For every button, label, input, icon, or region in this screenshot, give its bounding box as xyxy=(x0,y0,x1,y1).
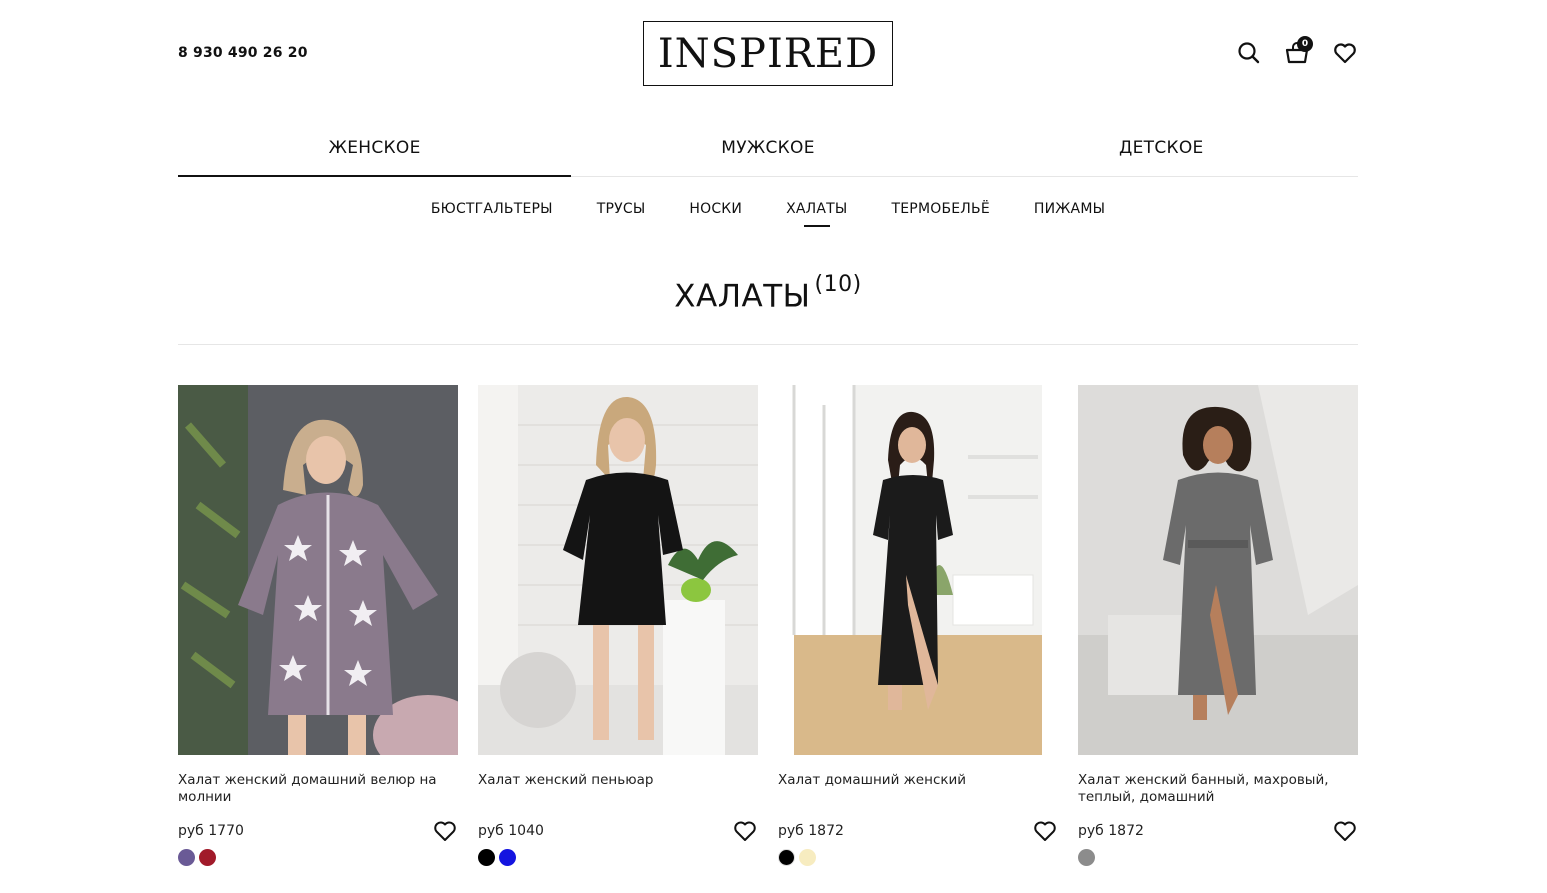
cart-icon[interactable]: 0 xyxy=(1284,36,1313,66)
cart-count-badge: 0 xyxy=(1297,36,1313,52)
product-title[interactable]: Халат женский банный, махровый, теплый, … xyxy=(1078,772,1358,806)
favorite-heart-icon[interactable] xyxy=(1333,820,1357,842)
favorites-icon[interactable] xyxy=(1332,40,1358,66)
color-swatch[interactable] xyxy=(499,849,516,866)
tab-men[interactable]: МУЖСКОЕ xyxy=(571,133,964,176)
product-title[interactable]: Халат женский домашний велюр на молнии xyxy=(178,772,458,806)
product-image[interactable] xyxy=(178,385,458,755)
color-swatch[interactable] xyxy=(799,849,816,866)
color-swatches xyxy=(178,849,458,866)
category-nav: БЮСТГАЛЬТЕРЫ ТРУСЫ НОСКИ ХАЛАТЫ ТЕРМОБЕЛ… xyxy=(178,201,1358,227)
category-robes[interactable]: ХАЛАТЫ xyxy=(786,201,847,227)
product-image[interactable] xyxy=(778,385,1058,755)
color-swatch[interactable] xyxy=(478,849,495,866)
page-title: ХАЛАТЫ (10) xyxy=(178,272,1358,315)
page-heading: ХАЛАТЫ (10) xyxy=(178,272,1358,315)
color-swatch[interactable] xyxy=(199,849,216,866)
product-grid: Халат женский домашний велюр на молнии р… xyxy=(178,385,1358,866)
product-price: руб 1872 xyxy=(1078,823,1144,839)
color-swatch[interactable] xyxy=(1078,849,1095,866)
product-card: Халат домашний женский руб 1872 xyxy=(778,385,1058,866)
color-swatch[interactable] xyxy=(178,849,195,866)
header-actions: 0 xyxy=(1236,36,1358,66)
product-card: Халат женский домашний велюр на молнии р… xyxy=(178,385,458,866)
product-title[interactable]: Халат женский пеньюар xyxy=(478,772,758,806)
product-price: руб 1040 xyxy=(478,823,544,839)
color-swatch[interactable] xyxy=(778,849,795,866)
favorite-heart-icon[interactable] xyxy=(733,820,757,842)
category-socks[interactable]: НОСКИ xyxy=(689,201,742,227)
tab-women[interactable]: ЖЕНСКОЕ xyxy=(178,133,572,177)
product-price-row: руб 1770 xyxy=(178,820,458,842)
title-divider xyxy=(178,344,1358,345)
color-swatches xyxy=(778,849,1058,866)
category-panties[interactable]: ТРУСЫ xyxy=(597,201,646,227)
product-price: руб 1770 xyxy=(178,823,244,839)
product-count: (10) xyxy=(814,272,862,297)
category-thermal[interactable]: ТЕРМОБЕЛЬЁ xyxy=(892,201,990,227)
page-title-text: ХАЛАТЫ xyxy=(674,278,811,315)
product-card: Халат женский банный, махровый, теплый, … xyxy=(1078,385,1358,866)
product-image[interactable] xyxy=(1078,385,1358,755)
tab-kids[interactable]: ДЕТСКОЕ xyxy=(965,133,1358,176)
product-image[interactable] xyxy=(478,385,758,755)
logo[interactable]: INSPIRED xyxy=(643,21,893,86)
product-price-row: руб 1040 xyxy=(478,820,758,842)
category-bras[interactable]: БЮСТГАЛЬТЕРЫ xyxy=(431,201,553,227)
site-header: 8 930 490 26 20 INSPIRED 0 xyxy=(178,20,1358,86)
search-icon[interactable] xyxy=(1236,40,1262,66)
favorite-heart-icon[interactable] xyxy=(433,820,457,842)
gender-nav: ЖЕНСКОЕ МУЖСКОЕ ДЕТСКОЕ xyxy=(178,133,1358,177)
category-pajamas[interactable]: ПИЖАМЫ xyxy=(1034,201,1105,227)
phone-link[interactable]: 8 930 490 26 20 xyxy=(178,45,308,61)
product-price-row: руб 1872 xyxy=(778,820,1058,842)
product-price: руб 1872 xyxy=(778,823,844,839)
product-price-row: руб 1872 xyxy=(1078,820,1358,842)
color-swatches xyxy=(478,849,758,866)
product-card: Халат женский пеньюар руб 1040 xyxy=(478,385,758,866)
favorite-heart-icon[interactable] xyxy=(1033,820,1057,842)
product-title[interactable]: Халат домашний женский xyxy=(778,772,1058,806)
color-swatches xyxy=(1078,849,1358,866)
